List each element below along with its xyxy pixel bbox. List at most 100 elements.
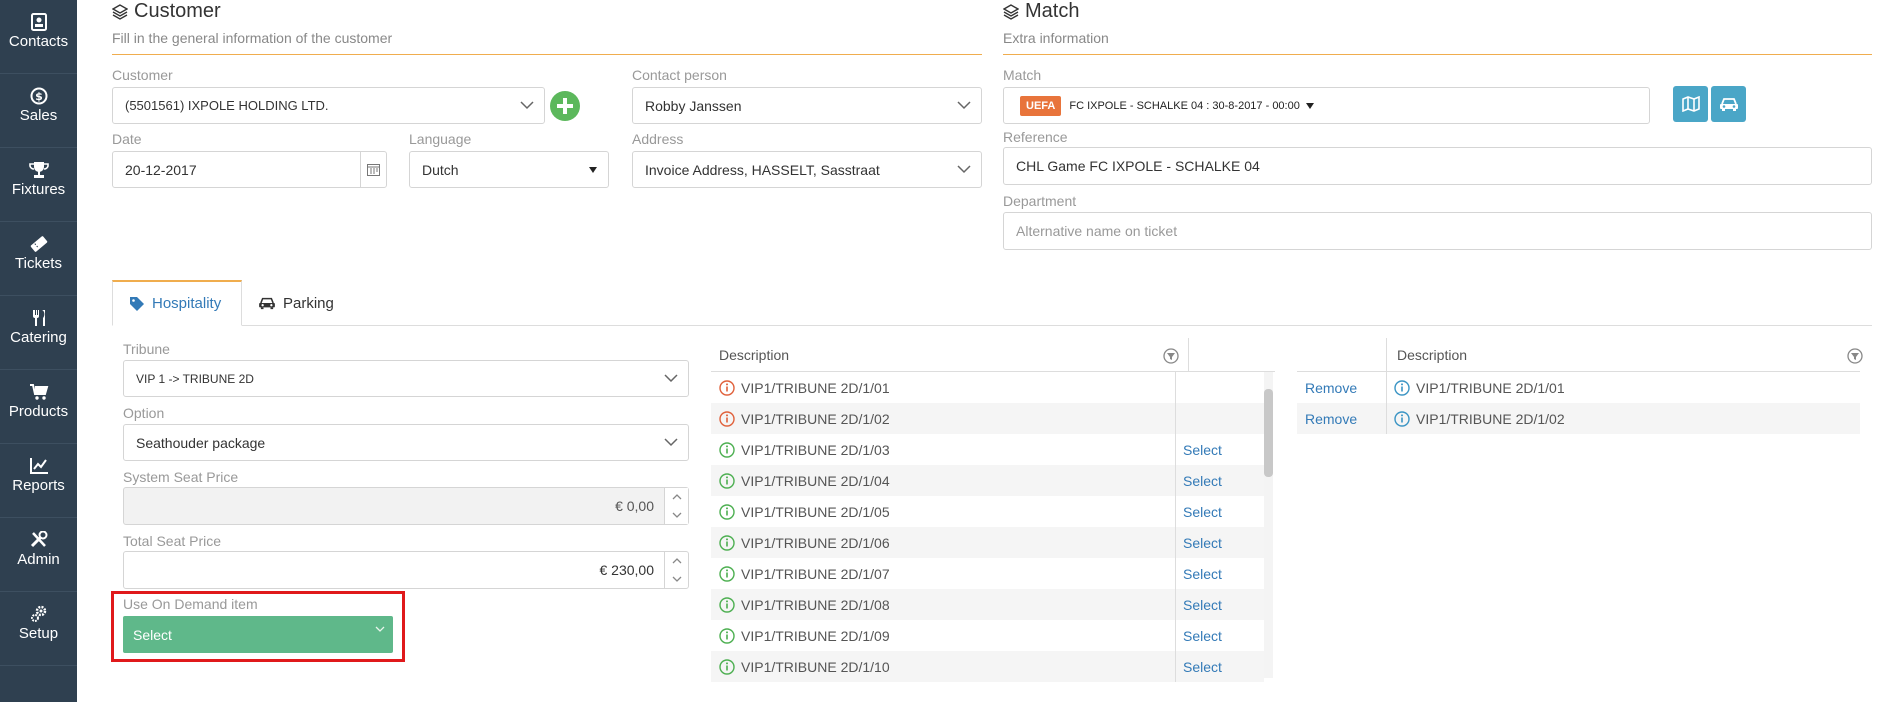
nav-admin[interactable]: Admin: [0, 518, 77, 592]
calendar-button[interactable]: [360, 152, 386, 187]
department-input[interactable]: Alternative name on ticket: [1003, 212, 1872, 250]
add-customer-icon[interactable]: [550, 91, 580, 121]
seat-description-cell: VIP1/TRIBUNE 2D/1/01: [1394, 380, 1565, 396]
seat-description: VIP1/TRIBUNE 2D/1/02: [1416, 410, 1565, 427]
contact-card-icon: [30, 13, 47, 31]
seat-description: VIP1/TRIBUNE 2D/1/01: [1416, 379, 1565, 396]
on-demand-select[interactable]: Select: [123, 616, 393, 653]
customer-divider: [112, 54, 982, 55]
map-button[interactable]: [1673, 86, 1708, 122]
gears-icon: [30, 605, 46, 622]
nav-catering[interactable]: Catering: [0, 296, 77, 370]
table-row: Remove VIP1/TRIBUNE 2D/1/01: [1297, 372, 1860, 403]
chart-icon: [29, 458, 48, 474]
nav-catering-label: Catering: [10, 329, 67, 346]
match-label: Match: [1003, 67, 1042, 83]
column-divider: [1175, 372, 1176, 403]
select-seat-link[interactable]: Select: [1183, 628, 1222, 644]
nav-sales[interactable]: $ Sales: [0, 74, 77, 148]
available-scrollbar-track[interactable]: [1264, 372, 1273, 678]
seat-description: VIP1/TRIBUNE 2D/1/05: [741, 503, 890, 520]
select-seat-link[interactable]: Select: [1183, 597, 1222, 613]
nav-products[interactable]: Products: [0, 370, 77, 444]
tab-bar: Hospitality Parking: [112, 280, 1872, 326]
select-seat-link[interactable]: Select: [1183, 473, 1222, 489]
dollar-icon: $: [30, 87, 47, 105]
available-info-icon: [719, 503, 735, 520]
available-scrollbar-thumb[interactable]: [1264, 389, 1273, 477]
reference-input[interactable]: CHL Game FC IXPOLE - SCHALKE 04: [1003, 147, 1872, 185]
customer-select[interactable]: (5501561) IXPOLE HOLDING LTD.: [112, 87, 545, 124]
customer-select-value: (5501561) IXPOLE HOLDING LTD.: [125, 98, 329, 113]
tab-hospitality[interactable]: Hospitality: [112, 280, 242, 326]
table-row: VIP1/TRIBUNE 2D/1/02: [711, 403, 1264, 434]
address-label: Address: [632, 131, 684, 147]
map-icon: [1681, 96, 1700, 112]
language-select[interactable]: Dutch: [409, 151, 609, 188]
remove-seat-link[interactable]: Remove: [1305, 380, 1357, 396]
contact-person-value: Robby Janssen: [645, 97, 742, 114]
column-divider: [1386, 338, 1387, 372]
department-label: Department: [1003, 193, 1077, 209]
remove-seat-link[interactable]: Remove: [1305, 411, 1357, 427]
available-info-icon: [719, 596, 735, 613]
nav-reports[interactable]: Reports: [0, 444, 77, 518]
system-price-stepper[interactable]: [664, 488, 688, 524]
tools-icon: [30, 531, 47, 548]
nav-tickets-label: Tickets: [15, 255, 62, 272]
filter-icon[interactable]: [1163, 348, 1179, 364]
address-select[interactable]: Invoice Address, HASSELT, Sasstraat: [632, 151, 982, 188]
system-price-field[interactable]: € 0,00: [123, 487, 689, 525]
nav-contacts[interactable]: Contacts: [0, 0, 77, 74]
seat-description-cell: VIP1/TRIBUNE 2D/1/03: [711, 442, 1175, 458]
contact-person-select[interactable]: Robby Janssen: [632, 87, 982, 124]
table-row: VIP1/TRIBUNE 2D/1/03 Select: [711, 434, 1264, 465]
seat-description-cell: VIP1/TRIBUNE 2D/1/06: [711, 535, 1175, 551]
column-divider: [1386, 403, 1387, 434]
trophy-icon: [28, 162, 49, 178]
nav-tickets[interactable]: Tickets: [0, 222, 77, 296]
tab-parking[interactable]: Parking: [242, 280, 350, 326]
chevron-down-icon: [664, 437, 678, 446]
main-content: Customer Fill in the general information…: [77, 0, 1888, 702]
sidebar: Contacts $ Sales Fixtures Tickets Cateri…: [0, 0, 77, 702]
total-price-stepper[interactable]: [664, 552, 688, 588]
chevron-up-icon: [672, 558, 681, 564]
seat-description: VIP1/TRIBUNE 2D/1/04: [741, 472, 890, 489]
select-seat-link[interactable]: Select: [1183, 566, 1222, 582]
total-price-field[interactable]: € 230,00: [123, 551, 689, 589]
filter-icon[interactable]: [1847, 348, 1863, 364]
car-button[interactable]: [1711, 86, 1746, 122]
nav-products-label: Products: [8, 403, 69, 420]
select-seat-link[interactable]: Select: [1183, 442, 1222, 458]
seat-description: VIP1/TRIBUNE 2D/1/08: [741, 596, 890, 613]
column-divider: [1175, 558, 1176, 589]
uefa-badge: UEFA: [1020, 95, 1062, 116]
select-seat-link[interactable]: Select: [1183, 535, 1222, 551]
select-seat-link[interactable]: Select: [1183, 504, 1222, 520]
tribune-select[interactable]: VIP 1 -> TRIBUNE 2D: [123, 360, 689, 397]
option-select[interactable]: Seathouder package: [123, 424, 689, 461]
ticket-icon: [30, 236, 47, 252]
cart-icon: [29, 384, 48, 400]
contact-label: Contact person: [632, 67, 727, 83]
seat-description-cell: VIP1/TRIBUNE 2D/1/01: [711, 380, 1175, 396]
match-select[interactable]: UEFA FC IXPOLE - SCHALKE 04 : 30-8-2017 …: [1003, 87, 1650, 124]
available-info-icon: [719, 627, 735, 644]
table-row: Remove VIP1/TRIBUNE 2D/1/02: [1297, 403, 1860, 434]
info-icon: [1394, 410, 1410, 427]
language-value: Dutch: [422, 161, 459, 178]
date-field[interactable]: 20-12-2017: [112, 151, 387, 188]
chevron-down-icon: [957, 100, 971, 109]
nav-setup[interactable]: Setup: [0, 592, 77, 666]
date-value: 20-12-2017: [125, 161, 197, 178]
system-price-label: System Seat Price: [123, 469, 239, 485]
nav-setup-label: Setup: [18, 625, 59, 642]
available-description-header: Description: [719, 346, 790, 363]
seat-description: VIP1/TRIBUNE 2D/1/01: [741, 379, 890, 396]
chevron-down-icon: [664, 373, 678, 382]
seat-description-cell: VIP1/TRIBUNE 2D/1/10: [711, 659, 1175, 675]
select-seat-link[interactable]: Select: [1183, 659, 1222, 675]
table-row: VIP1/TRIBUNE 2D/1/09 Select: [711, 620, 1264, 651]
nav-fixtures[interactable]: Fixtures: [0, 148, 77, 222]
